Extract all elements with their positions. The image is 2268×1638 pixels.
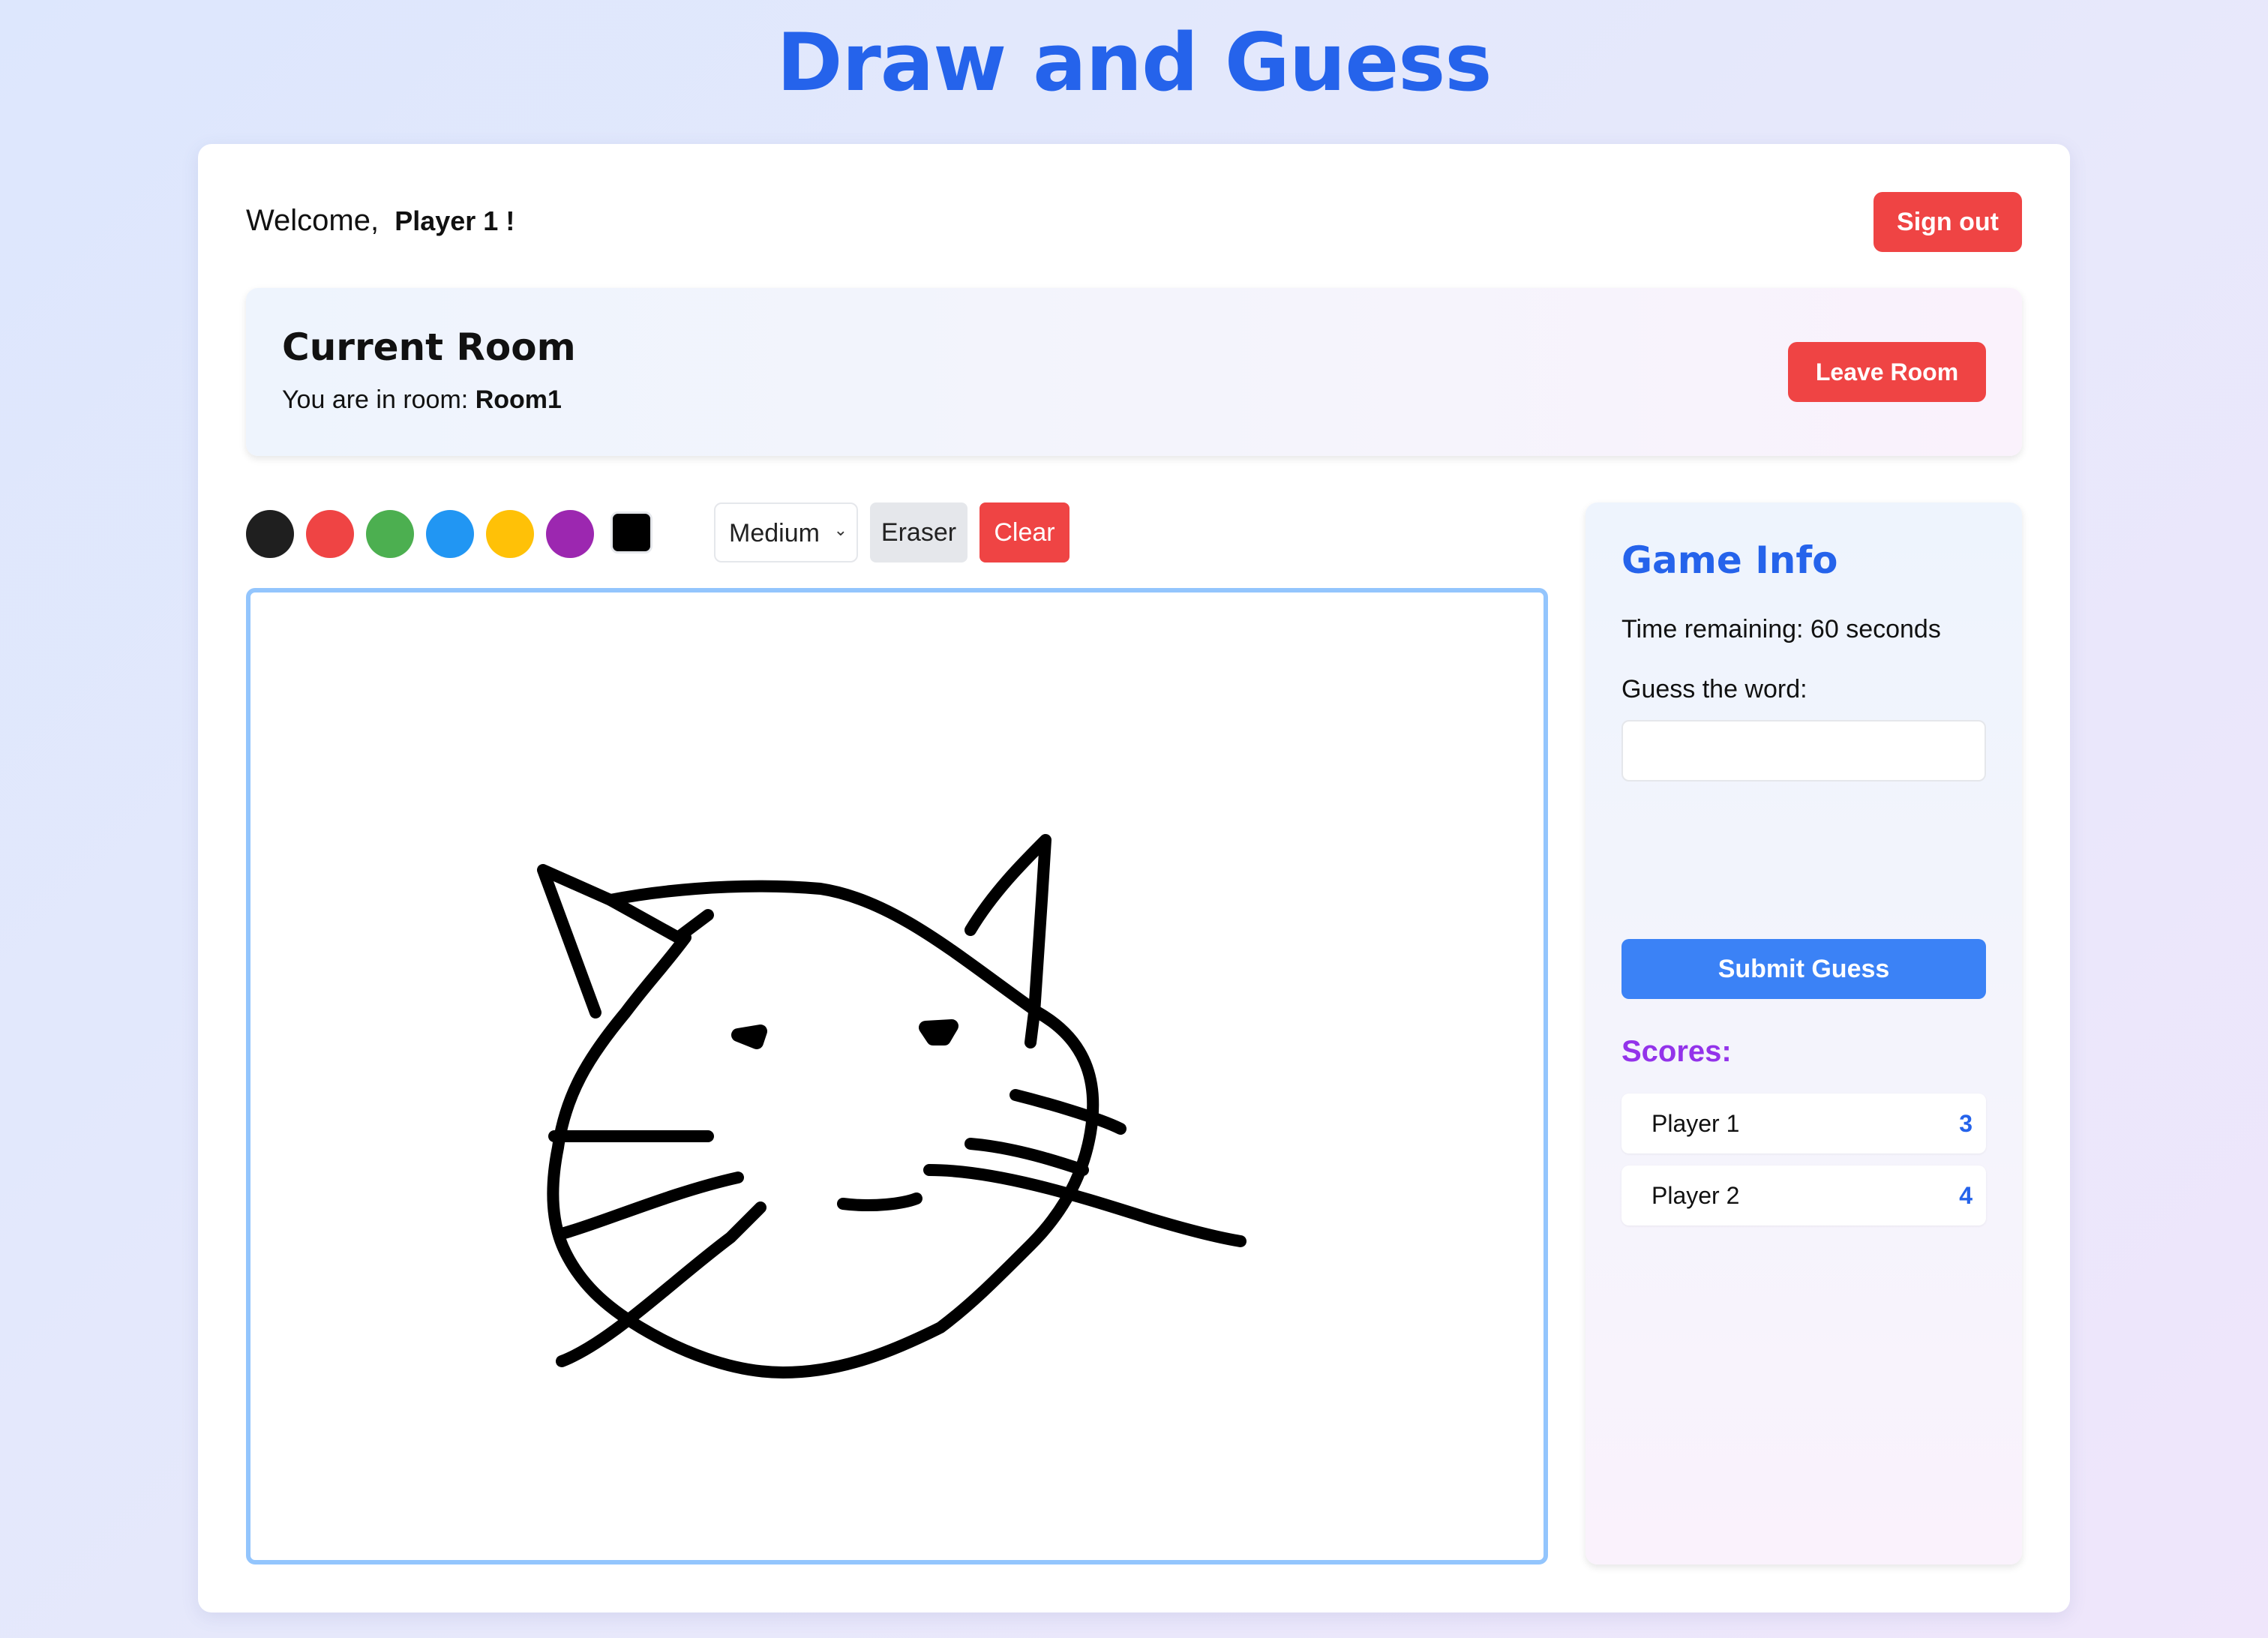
cat-drawing bbox=[537, 834, 1246, 1378]
score-row: Player 2 4 bbox=[1622, 1166, 1986, 1226]
time-remaining: Time remaining: 60 seconds bbox=[1622, 615, 1941, 644]
guess-label: Guess the word: bbox=[1622, 675, 1808, 704]
chevron-down-icon: ⌄ bbox=[833, 520, 848, 539]
submit-guess-button[interactable]: Submit Guess bbox=[1622, 939, 1986, 999]
sign-out-button[interactable]: Sign out bbox=[1874, 192, 2022, 252]
drawing-toolbar: Medium ⌄ Eraser Clear bbox=[246, 502, 1071, 562]
room-heading: Current Room bbox=[282, 326, 576, 369]
score-player-name: Player 2 bbox=[1652, 1182, 1740, 1209]
room-line-prefix: You are in room: bbox=[282, 386, 469, 414]
drawing-canvas[interactable] bbox=[246, 588, 1548, 1564]
color-swatch-purple[interactable] bbox=[546, 510, 594, 558]
current-room-panel: Current Room You are in room: Room1 Leav… bbox=[246, 288, 2022, 456]
score-player-name: Player 1 bbox=[1652, 1110, 1740, 1137]
color-swatch-green[interactable] bbox=[366, 510, 414, 558]
color-swatch-black[interactable] bbox=[246, 510, 294, 558]
custom-color-picker[interactable] bbox=[610, 512, 652, 554]
room-name: Room1 bbox=[475, 386, 562, 414]
room-info: You are in room: Room1 bbox=[282, 386, 562, 415]
brush-size-value: Medium bbox=[729, 519, 820, 548]
score-value: 4 bbox=[1959, 1182, 1972, 1209]
eraser-button[interactable]: Eraser bbox=[870, 502, 968, 562]
color-swatch-red[interactable] bbox=[306, 510, 354, 558]
main-card: Welcome, Player 1 ! Sign out Current Roo… bbox=[198, 144, 2070, 1612]
game-info-title: Game Info bbox=[1622, 538, 1838, 582]
score-row: Player 1 3 bbox=[1622, 1094, 1986, 1154]
guess-input[interactable] bbox=[1622, 720, 1986, 782]
score-value: 3 bbox=[1959, 1110, 1972, 1137]
app-title: Draw and Guess bbox=[776, 16, 1492, 109]
brush-size-select[interactable]: Medium ⌄ bbox=[714, 502, 858, 562]
welcome-text: Welcome, Player 1 ! bbox=[246, 204, 514, 238]
leave-room-button[interactable]: Leave Room bbox=[1788, 342, 1986, 402]
clear-button[interactable]: Clear bbox=[980, 502, 1070, 562]
color-swatch-yellow[interactable] bbox=[486, 510, 534, 558]
scores-heading: Scores: bbox=[1622, 1035, 1732, 1068]
game-info-panel: Game Info Time remaining: 60 seconds Gue… bbox=[1586, 502, 2022, 1564]
welcome-prefix: Welcome, bbox=[246, 204, 380, 237]
color-swatch-blue[interactable] bbox=[426, 510, 474, 558]
player-name: Player 1 ! bbox=[394, 206, 515, 236]
